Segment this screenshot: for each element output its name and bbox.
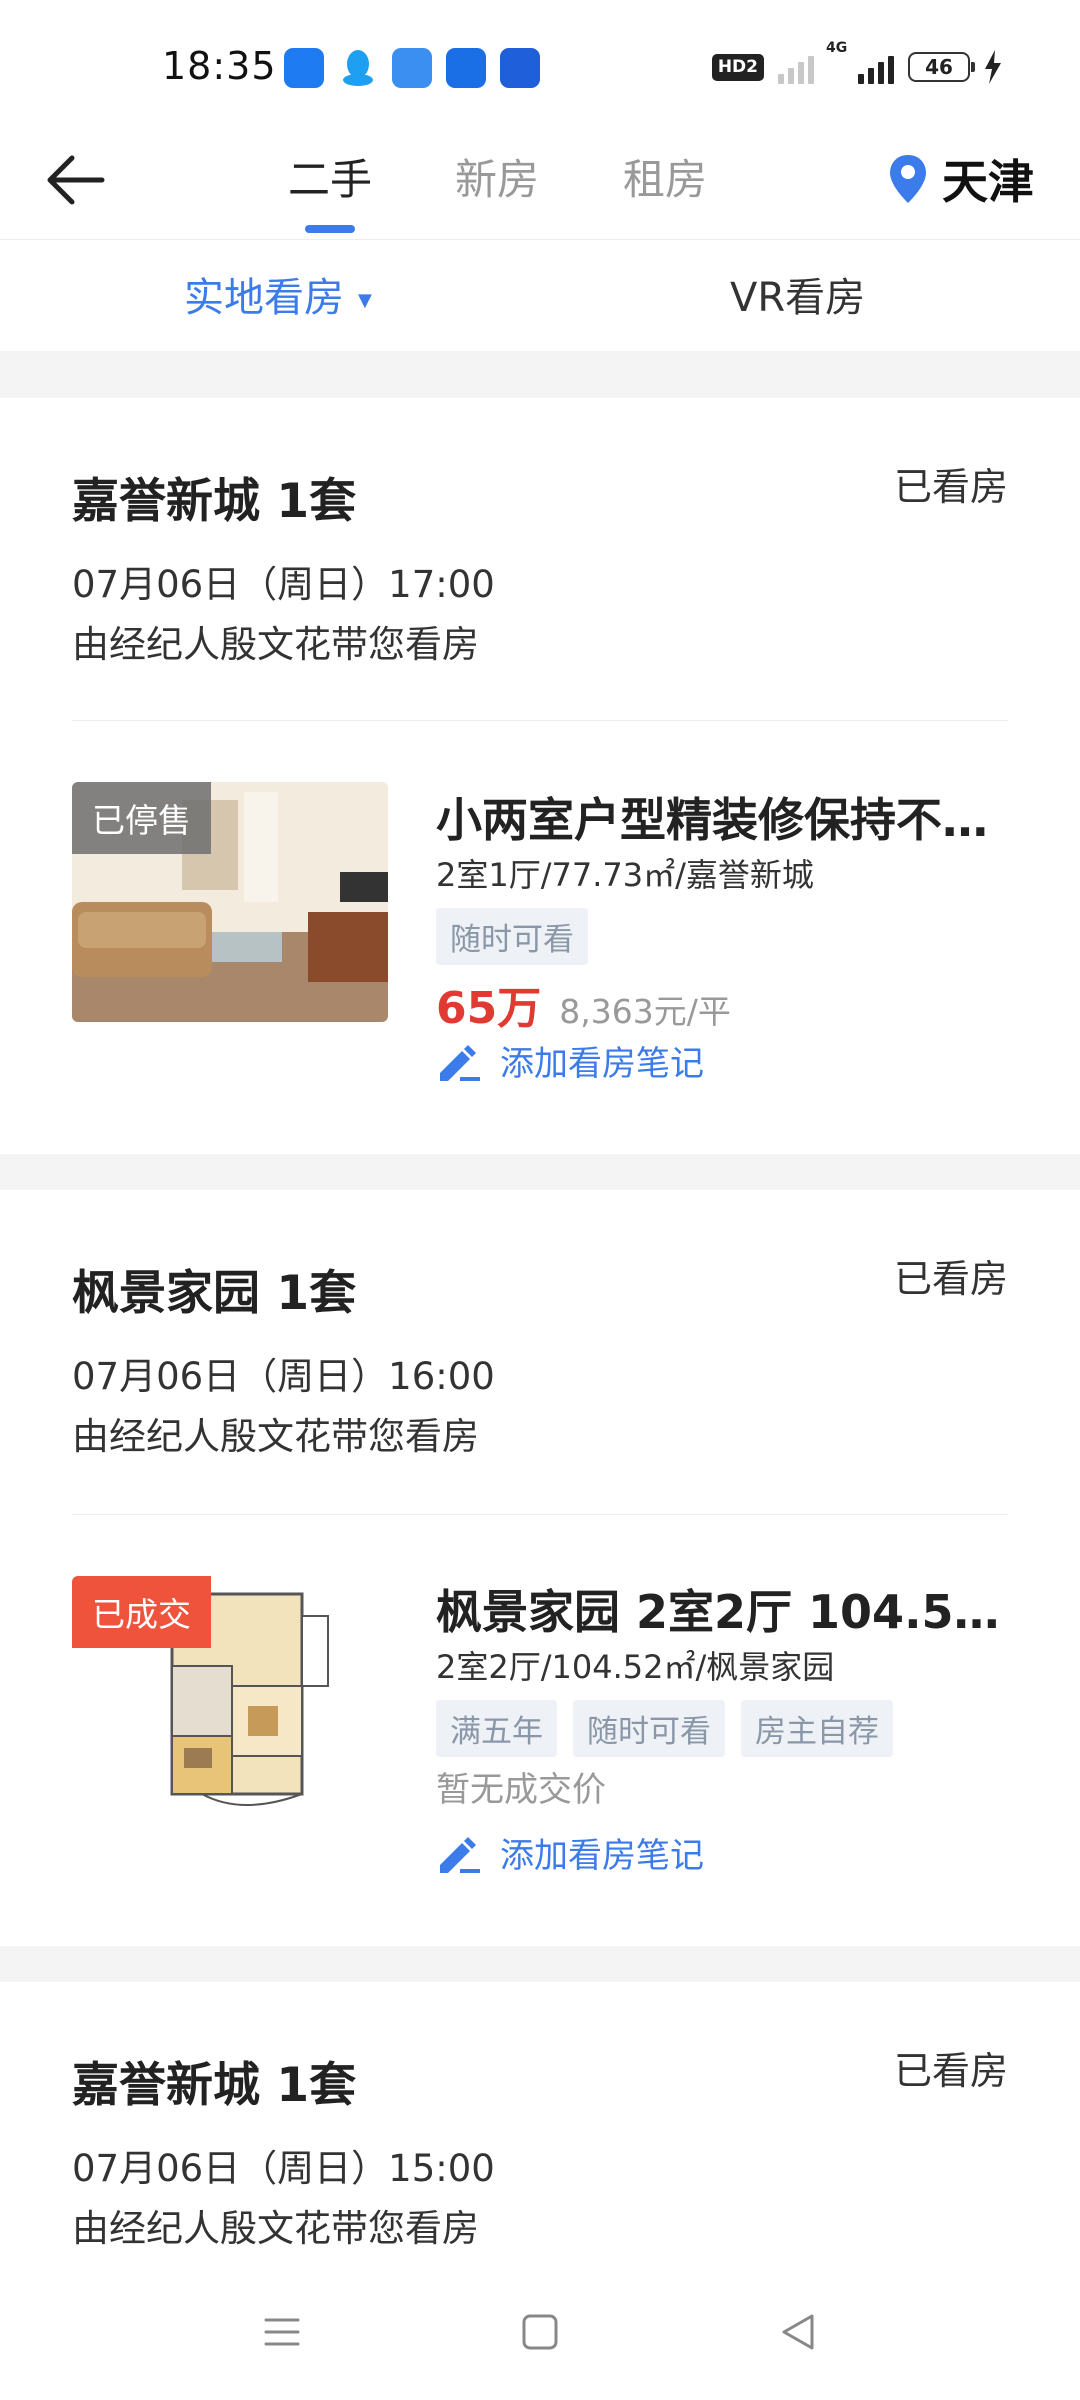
add-note-label: 添加看房笔记 [500, 1044, 704, 1084]
menu-button[interactable] [262, 2312, 302, 2356]
signal-weak-icon [778, 50, 814, 84]
listing-tags: 随时可看 [436, 908, 588, 965]
viewing-record-card: 嘉誉新城 1套 已看房 07月06日（周日）17:00 由经纪人殷文花带您看房 … [0, 398, 1080, 1154]
listing-meta: 2室2厅/104.52㎡/枫景家园 [436, 1648, 835, 1686]
battery-icon: 46 [908, 52, 975, 82]
viewing-record-card: 枫景家园 1套 已看房 07月06日（周日）16:00 由经纪人殷文花带您看房 … [0, 1190, 1080, 1946]
system-navigation-bar [0, 2270, 1080, 2400]
listing-tag: 随时可看 [573, 1700, 725, 1757]
signal-4g-icon: 4G [826, 40, 894, 84]
listing-tag: 房主自荐 [741, 1700, 893, 1757]
listing-photo[interactable]: 已停售 [72, 782, 388, 1022]
back-nav-button[interactable] [778, 2312, 818, 2356]
car-app-icon [500, 48, 540, 88]
tab-vr-viewing[interactable]: VR看房 [730, 265, 865, 323]
menu-icon [264, 2318, 300, 2346]
feather-app-icon [392, 48, 432, 88]
viewed-status: 已看房 [893, 465, 1008, 509]
tab-rent[interactable]: 租房 [623, 146, 707, 207]
view-mode-tabs: 实地看房 ▼ VR看房 [0, 241, 1080, 351]
viewing-datetime: 07月06日（周日）16:00 [72, 1355, 495, 1398]
agent-text: 由经纪人殷文花带您看房 [72, 623, 479, 666]
listing-tags: 满五年 随时可看 房主自荐 [436, 1700, 893, 1757]
viewed-status: 已看房 [893, 1257, 1008, 1301]
price-row: 65万 8,363元/平 [436, 972, 731, 1036]
home-button[interactable] [520, 2312, 560, 2356]
status-time: 18:35 [162, 44, 277, 88]
unit-price: 8,363元/平 [559, 992, 731, 1031]
add-note-button[interactable]: 添加看房笔记 [436, 1828, 704, 1877]
back-triangle-icon [782, 2314, 814, 2350]
add-note-label: 添加看房笔记 [500, 1836, 704, 1876]
hd-icon: HD2 [711, 53, 764, 81]
divider [72, 1514, 1008, 1515]
pen-icon [440, 1836, 480, 1873]
agent-text: 由经纪人殷文花带您看房 [72, 2207, 479, 2250]
city-name: 天津 [942, 155, 1034, 209]
community-title: 嘉誉新城 1套 [72, 2058, 357, 2113]
arrow-left-icon [47, 155, 105, 205]
listing-title[interactable]: 小两室户型精装修保持不错，诚心出售 [436, 784, 1016, 850]
listing-photo[interactable]: 已成交 [72, 1576, 388, 1816]
viewing-record-card: 嘉誉新城 1套 已看房 07月06日（周日）15:00 由经纪人殷文花带您看房 [0, 1982, 1080, 2270]
total-price: 65万 [436, 983, 542, 1034]
status-bar: 18:35 HD2 4G 46 [0, 0, 1080, 130]
network-label: 4G [826, 40, 848, 56]
pen-icon [440, 1044, 480, 1081]
tab-indicator [305, 225, 355, 233]
viewed-status: 已看房 [893, 2049, 1008, 2093]
city-selector[interactable]: 天津 [888, 146, 1034, 212]
listing-title[interactable]: 枫景家园 2室2厅 104.52平米 [436, 1576, 1016, 1642]
stopped-sale-badge: 已停售 [72, 782, 211, 854]
listing-tag: 满五年 [436, 1700, 557, 1757]
back-button[interactable] [40, 150, 110, 210]
community-title: 枫景家园 1套 [72, 1266, 357, 1321]
section-gap [0, 351, 1080, 398]
status-indicators: HD2 4G 46 [711, 40, 1002, 84]
agent-text: 由经纪人殷文花带您看房 [72, 1415, 479, 1458]
tab-onsite-viewing[interactable]: 实地看房 ▼ [184, 265, 372, 323]
live-app-icon [446, 48, 486, 88]
no-deal-price-text: 暂无成交价 [436, 1770, 606, 1810]
top-nav: 二手 新房 租房 天津 [0, 128, 1080, 240]
divider [72, 720, 1008, 721]
ai-app-icon [284, 48, 324, 88]
add-note-button[interactable]: 添加看房笔记 [436, 1036, 704, 1085]
chevron-down-icon: ▼ [358, 289, 372, 311]
viewing-datetime: 07月06日（周日）17:00 [72, 563, 495, 606]
section-gap [0, 1154, 1080, 1190]
status-app-icons [284, 48, 540, 88]
section-gap [0, 1946, 1080, 1982]
qq-icon [338, 48, 378, 88]
charging-icon [985, 50, 1001, 84]
tab-onsite-viewing-label: 实地看房 [184, 275, 344, 321]
deal-closed-badge: 已成交 [72, 1576, 211, 1648]
location-pin-icon [890, 155, 926, 203]
tab-second-hand[interactable]: 二手 [288, 146, 372, 207]
listing-meta: 2室1厅/77.73㎡/嘉誉新城 [436, 856, 814, 894]
home-square-icon [522, 2314, 558, 2350]
listing-tag: 随时可看 [436, 908, 588, 965]
tab-new-home[interactable]: 新房 [455, 146, 539, 207]
viewing-datetime: 07月06日（周日）15:00 [72, 2147, 495, 2190]
community-title: 嘉誉新城 1套 [72, 474, 357, 529]
